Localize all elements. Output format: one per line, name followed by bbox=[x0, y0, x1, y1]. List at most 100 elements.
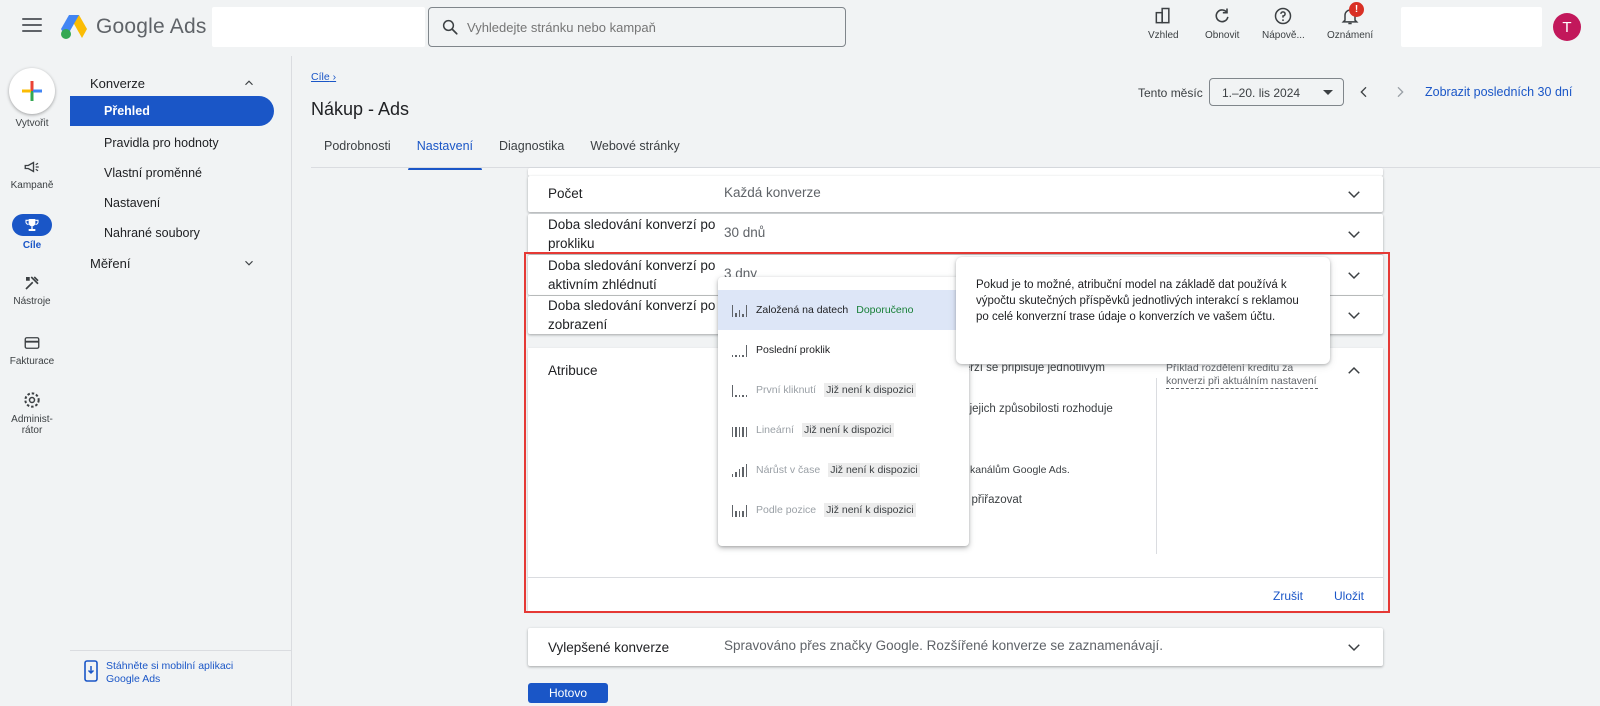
google-ads-logo-icon bbox=[61, 15, 87, 39]
subnav-item-uploads[interactable]: Nahrané soubory bbox=[104, 226, 200, 240]
setting-row-count[interactable]: Počet Každá konverze bbox=[528, 176, 1383, 212]
refresh-label: Obnovit bbox=[1205, 30, 1240, 41]
app-name: Google Ads bbox=[96, 15, 207, 38]
subnav-item-overview[interactable]: Přehled bbox=[70, 96, 274, 126]
unavailable-badge: Již není k dispozici bbox=[801, 423, 894, 437]
time-decay-model-icon bbox=[732, 463, 748, 477]
unavailable-badge: Již není k dispozici bbox=[828, 463, 920, 477]
setting-label-count: Počet bbox=[548, 186, 583, 201]
search-icon bbox=[442, 19, 458, 35]
done-button[interactable]: Hotovo bbox=[528, 683, 608, 703]
appearance-label: Vzhled bbox=[1148, 30, 1179, 41]
notification-badge: ! bbox=[1349, 2, 1364, 17]
rail-label-goals: Cíle bbox=[22, 240, 42, 251]
account-info[interactable] bbox=[1401, 7, 1542, 47]
help-icon bbox=[1275, 7, 1292, 25]
chevron-down-icon[interactable] bbox=[1345, 638, 1363, 656]
menu-item-position-based: Podle pozice Již není k dispozici bbox=[718, 490, 969, 530]
search-box[interactable] bbox=[428, 7, 846, 47]
data-driven-model-icon bbox=[732, 303, 748, 317]
megaphone-icon bbox=[24, 161, 39, 173]
avatar[interactable]: T bbox=[1553, 13, 1581, 41]
mobile-app-link[interactable]: Stáhněte si mobilní aplikaci Google Ads bbox=[84, 660, 246, 686]
refresh-button[interactable]: Obnovit bbox=[1205, 6, 1239, 41]
chevron-down-icon[interactable] bbox=[242, 256, 256, 270]
mobile-app-link-text: Stáhněte si mobilní aplikaci Google Ads bbox=[106, 660, 234, 685]
setting-row-enhanced-conversions[interactable]: Vylepšené konverze Spravováno přes značk… bbox=[528, 628, 1383, 666]
plus-icon bbox=[22, 81, 42, 101]
rail-item-campaigns[interactable]: Kampaně bbox=[0, 158, 64, 191]
linear-model-icon bbox=[732, 423, 748, 437]
menu-item-linear: Lineární Již není k dispozici bbox=[718, 410, 969, 450]
subnav-section-conversions[interactable]: Konverze bbox=[90, 76, 145, 91]
notifications-label: Oznámení bbox=[1327, 30, 1374, 41]
subnav-item-settings[interactable]: Nastavení bbox=[104, 196, 160, 210]
recommended-badge: Doporučeno bbox=[856, 304, 914, 316]
trophy-icon bbox=[25, 219, 39, 231]
first-click-model-icon bbox=[732, 383, 748, 397]
model-tooltip: Pokud je to možné, atribuční model na zá… bbox=[956, 257, 1330, 364]
appearance-icon bbox=[1155, 7, 1170, 24]
menu-item-last-click[interactable]: Poslední proklik bbox=[718, 330, 969, 370]
tab-diagnostics[interactable]: Diagnostika bbox=[486, 140, 577, 168]
subnav-section-measurement[interactable]: Měření bbox=[90, 256, 130, 271]
rail-item-tools[interactable]: Nástroje bbox=[0, 274, 64, 307]
rail-label-campaigns: Kampaně bbox=[10, 180, 54, 191]
chevron-down-icon[interactable] bbox=[1345, 185, 1363, 203]
chevron-right-icon[interactable] bbox=[1392, 84, 1408, 100]
appearance-button[interactable]: Vzhled bbox=[1148, 6, 1179, 41]
account-selector[interactable] bbox=[212, 7, 425, 47]
date-range-label: Tento měsíc bbox=[1138, 86, 1203, 100]
rail-label-admin: Administ-rátor bbox=[11, 414, 53, 436]
breadcrumb[interactable]: Cíle › bbox=[311, 71, 336, 83]
last-30-days-link[interactable]: Zobrazit posledních 30 dní bbox=[1425, 85, 1572, 99]
help-label: Nápově... bbox=[1262, 30, 1305, 41]
setting-value-count: Každá konverze bbox=[724, 185, 821, 200]
setting-value-enhanced-conversions: Spravováno přes značky Google. Rozšířené… bbox=[724, 638, 1163, 653]
page-title: Nákup - Ads bbox=[311, 99, 410, 119]
tooltip-text: Pokud je to možné, atribuční model na zá… bbox=[976, 279, 1299, 323]
date-range-select[interactable]: 1.–20. lis 2024 bbox=[1209, 78, 1344, 106]
unavailable-badge: Již není k dispozici bbox=[824, 383, 916, 397]
subnav-item-custom-variables[interactable]: Vlastní proměnné bbox=[104, 166, 202, 180]
rail-label-tools: Nástroje bbox=[13, 296, 51, 307]
tab-web-pages[interactable]: Webové stránky bbox=[577, 140, 692, 168]
credit-card-icon bbox=[24, 337, 40, 349]
subnav-divider bbox=[70, 650, 292, 651]
top-bar: Google Ads Vzhled Obnovit Nápově... ! Oz… bbox=[0, 0, 1600, 56]
chevron-left-icon[interactable] bbox=[1356, 84, 1372, 100]
tabs: Podrobnosti Nastavení Diagnostika Webové… bbox=[311, 140, 693, 170]
menu-icon[interactable] bbox=[22, 18, 42, 36]
tab-details[interactable]: Podrobnosti bbox=[311, 140, 404, 168]
menu-item-label: Podle pozice bbox=[756, 504, 817, 516]
rail-item-billing[interactable]: Fakturace bbox=[0, 334, 64, 367]
notifications-button[interactable]: ! Oznámení bbox=[1327, 2, 1374, 41]
menu-item-label: Poslední proklik bbox=[756, 344, 831, 356]
menu-item-time-decay: Nárůst v čase Již není k dispozici bbox=[718, 450, 969, 490]
chevron-down-icon[interactable] bbox=[1345, 225, 1363, 243]
gear-icon bbox=[24, 392, 40, 408]
create-button[interactable] bbox=[9, 68, 55, 114]
rail-create-label: Vytvořit bbox=[15, 118, 49, 129]
tab-settings[interactable]: Nastavení bbox=[404, 140, 486, 170]
refresh-icon bbox=[1215, 8, 1229, 23]
help-button[interactable]: Nápově... bbox=[1262, 6, 1305, 41]
rail-item-admin[interactable]: Administ-rátor bbox=[0, 390, 64, 436]
menu-item-first-click: První kliknutí Již není k dispozici bbox=[718, 370, 969, 410]
setting-value-click-window: 30 dnů bbox=[724, 225, 766, 240]
subnav-item-value-rules[interactable]: Pravidla pro hodnoty bbox=[104, 136, 219, 150]
setting-label-enhanced-conversions: Vylepšené konverze bbox=[548, 640, 670, 655]
chevron-up-icon[interactable] bbox=[242, 76, 256, 90]
date-range-value: 1.–20. lis 2024 bbox=[1222, 86, 1301, 100]
menu-item-label: Lineární bbox=[756, 424, 794, 436]
unavailable-badge: Již není k dispozici bbox=[824, 503, 916, 517]
search-input[interactable] bbox=[467, 19, 807, 35]
date-controls: Tento měsíc 1.–20. lis 2024 Zobrazit pos… bbox=[1120, 78, 1600, 108]
google-ads-logo[interactable]: Google Ads bbox=[60, 14, 207, 40]
rail-item-goals[interactable]: Cíle bbox=[0, 214, 64, 251]
caret-down-icon bbox=[1323, 90, 1333, 95]
sub-navigation: Konverze Přehled Pravidla pro hodnoty Vl… bbox=[70, 56, 292, 706]
menu-item-data-driven[interactable]: Založená na datech Doporučeno bbox=[718, 290, 969, 330]
setting-row-click-window[interactable]: Doba sledování konverzí po prokliku 30 d… bbox=[528, 214, 1383, 254]
last-click-model-icon bbox=[732, 343, 748, 357]
